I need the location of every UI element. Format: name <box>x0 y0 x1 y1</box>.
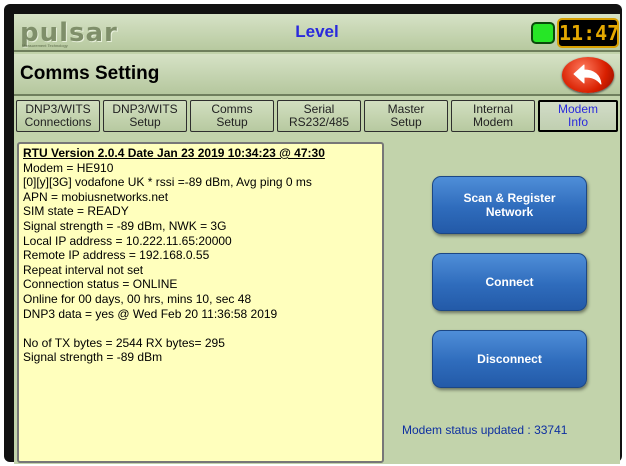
device-screen: pulsar Measurement Technology Level 11:4… <box>14 14 620 464</box>
top-bar: pulsar Measurement Technology Level 11:4… <box>14 14 620 52</box>
screen-title-bar: Comms Setting <box>14 54 620 96</box>
rtu-version-heading: RTU Version 2.0.4 Date Jan 23 2019 10:34… <box>23 146 325 160</box>
info-line: No of TX bytes = 2544 RX bytes= 295 <box>23 335 225 350</box>
back-arrow-icon <box>573 64 602 85</box>
disconnect-button[interactable]: Disconnect <box>432 330 587 388</box>
info-line: Repeat interval not set <box>23 262 144 277</box>
info-line: Signal strength = -89 dBm, NWK = 3G <box>23 218 227 233</box>
tab-comms-setup[interactable]: Comms Setup <box>190 100 274 132</box>
device-frame: pulsar Measurement Technology Level 11:4… <box>4 4 622 464</box>
modem-info-panel: RTU Version 2.0.4 Date Jan 23 2019 10:34… <box>17 142 384 463</box>
tab-label-line2: Setup <box>216 115 248 129</box>
tab-serial-rs232-485[interactable]: Serial RS232/485 <box>277 100 361 132</box>
info-line: Remote IP address = 192.168.0.55 <box>23 248 210 263</box>
scan-register-network-button[interactable]: Scan & Register Network <box>432 176 587 234</box>
button-label: Connect <box>485 275 534 289</box>
info-line: Connection status = ONLINE <box>23 277 178 292</box>
back-button[interactable] <box>562 57 614 93</box>
clock-display: 11:47 <box>557 18 619 48</box>
tab-label-line2: Setup <box>390 115 422 129</box>
info-line: Modem = HE910 <box>23 160 114 175</box>
status-led-icon <box>531 22 555 44</box>
info-line: DNP3 data = yes @ Wed Feb 20 11:36:58 20… <box>23 306 278 321</box>
tab-label-line2: Setup <box>129 115 161 129</box>
info-line: Local IP address = 10.222.11.65:20000 <box>23 233 232 248</box>
button-label-line1: Scan & Register <box>463 191 556 205</box>
info-line-blank <box>23 321 378 336</box>
connect-button[interactable]: Connect <box>432 253 587 311</box>
info-line: Online for 00 days, 00 hrs, mins 10, sec… <box>23 291 252 306</box>
tab-bar: DNP3/WITS Connections DNP3/WITS Setup Comm… <box>14 100 620 134</box>
tab-modem-info[interactable]: Modem Info <box>538 100 618 132</box>
info-line: Signal strength = -89 dBm <box>23 350 163 365</box>
tab-label-line2: RS232/485 <box>288 115 350 129</box>
tab-label-line2: Info <box>567 115 588 129</box>
tab-label-line2: Connections <box>24 115 92 129</box>
info-line: [0][y][3G] vodafone UK * rssi =-89 dBm, … <box>23 175 312 190</box>
tab-label-line2: Modem <box>472 115 513 129</box>
button-label: Disconnect <box>477 352 542 366</box>
screen-title: Comms Setting <box>20 63 160 84</box>
info-line: SIM state = READY <box>23 204 129 219</box>
modem-status-text: Modem status updated : 33741 <box>402 423 568 437</box>
tab-dnp3-setup[interactable]: DNP3/WITS Setup <box>103 100 187 132</box>
logo-subtext: Measurement Technology <box>22 43 68 48</box>
button-label-line2: Network <box>485 205 534 219</box>
tab-internal-modem[interactable]: Internal Modem <box>451 100 535 132</box>
tab-dnp3-connections[interactable]: DNP3/WITS Connections <box>16 100 100 132</box>
tab-master-setup[interactable]: Master Setup <box>364 100 448 132</box>
pulsar-logo: pulsar Measurement Technology <box>18 18 117 48</box>
info-line: APN = mobiusnetworks.net <box>23 189 169 204</box>
